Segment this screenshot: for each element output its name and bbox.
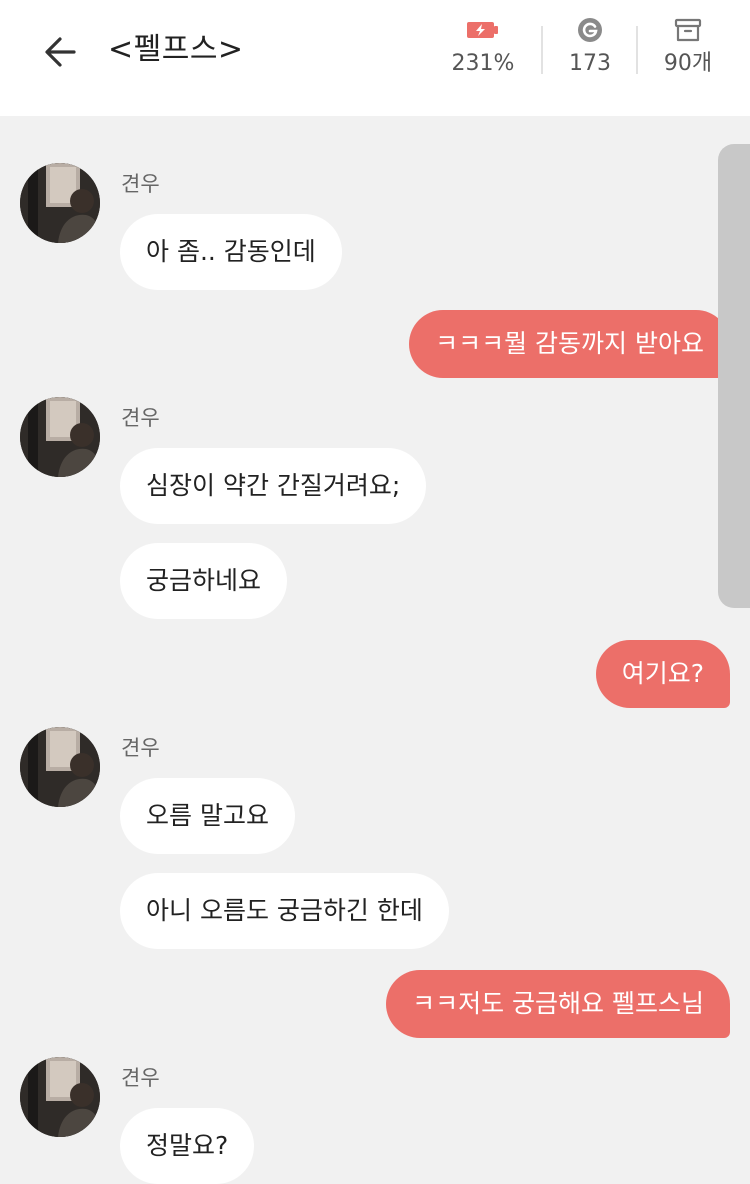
profile-photo: [20, 397, 100, 477]
scrollbar-thumb[interactable]: [718, 144, 750, 608]
back-button[interactable]: [40, 30, 84, 74]
avatar[interactable]: [20, 163, 100, 243]
battery-value: 231%: [451, 51, 515, 76]
stat-divider: [636, 26, 638, 74]
incoming-message[interactable]: 아니 오름도 궁금하긴 한데: [120, 873, 449, 949]
sender-name: 견우: [121, 406, 160, 430]
profile-photo: [20, 1057, 100, 1137]
arrow-left-icon: [45, 37, 76, 67]
outgoing-message[interactable]: 여기요?: [595, 640, 730, 708]
profile-photo: [20, 163, 100, 243]
outgoing-message[interactable]: ㅋㅋㅋ뭘 감동까지 받아요: [409, 310, 730, 378]
incoming-message[interactable]: 아 좀.. 감동인데: [120, 214, 342, 290]
incoming-message[interactable]: 궁금하네요: [120, 543, 288, 619]
sender-name: 견우: [121, 736, 160, 760]
battery-stat[interactable]: 231%: [444, 16, 522, 86]
top-bar: <펠프스> 231% 173 90개: [0, 0, 750, 116]
chat-area[interactable]: 견우 아 좀.. 감동인데 ㅋㅋㅋ뭘 감동까지 받아요 견우 심장이 약간 간질…: [0, 116, 750, 1184]
stat-divider: [541, 26, 543, 74]
chat-title: <펠프스>: [108, 32, 244, 67]
sender-name: 견우: [121, 172, 160, 196]
incoming-message[interactable]: 오름 말고요: [120, 778, 295, 854]
sender-name: 견우: [121, 1066, 160, 1090]
avatar[interactable]: [20, 727, 100, 807]
storage-box-icon: [674, 18, 702, 42]
g-coin-icon: [578, 18, 602, 42]
avatar[interactable]: [20, 1057, 100, 1137]
items-stat[interactable]: 90개: [655, 16, 721, 86]
incoming-message[interactable]: 심장이 약간 간질거려요;: [120, 448, 427, 524]
items-value: 90개: [663, 51, 713, 76]
profile-photo: [20, 727, 100, 807]
battery-charging-icon: [467, 22, 498, 38]
coin-value: 173: [569, 51, 611, 76]
outgoing-message[interactable]: ㅋㅋ저도 궁금해요 펠프스님: [386, 970, 730, 1038]
coin-stat[interactable]: 173: [560, 16, 620, 86]
avatar[interactable]: [20, 397, 100, 477]
